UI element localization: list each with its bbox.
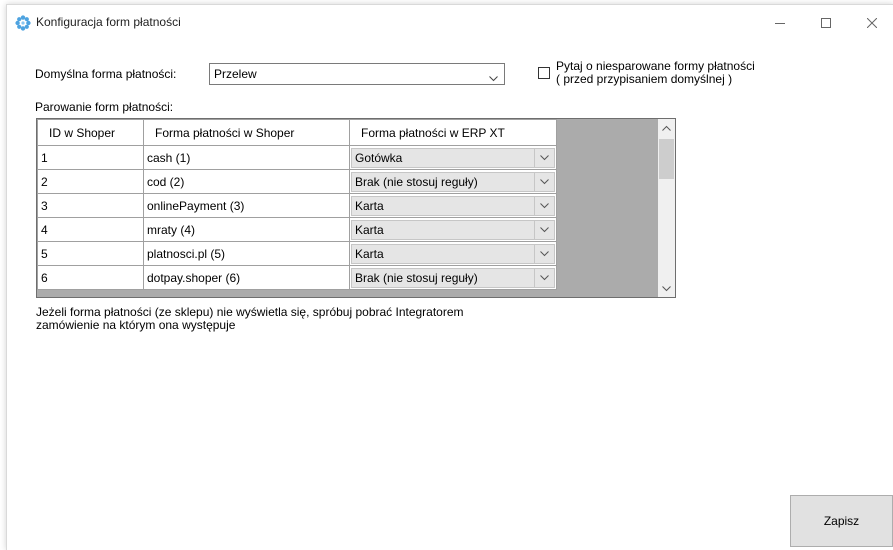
ask-unpaired-label: Pytaj o niesparowane formy płatności ( p… bbox=[556, 60, 755, 86]
vertical-scrollbar[interactable] bbox=[658, 119, 675, 297]
minimize-button[interactable] bbox=[757, 9, 803, 37]
title-bar: Konfiguracja form płatności bbox=[7, 5, 893, 39]
window-title: Konfiguracja form płatności bbox=[36, 15, 181, 29]
column-header-shoper[interactable]: Forma płatności w Shoper bbox=[143, 119, 350, 146]
column-header-erp[interactable]: Forma płatności w ERP XT bbox=[349, 119, 557, 146]
ask-unpaired-line2: ( przed przypisaniem domyślnej ) bbox=[556, 72, 733, 86]
chevron-down-icon bbox=[534, 244, 554, 263]
cell-erp: Brak (nie stosuj reguły) bbox=[349, 265, 557, 290]
column-header-id[interactable]: ID w Shoper bbox=[37, 119, 144, 146]
cell-id[interactable]: 4 bbox=[37, 217, 144, 242]
default-payment-label: Domyślna forma płatności: bbox=[35, 67, 177, 81]
minimize-icon bbox=[775, 23, 785, 24]
table-row: 5 platnosci.pl (5) Karta bbox=[37, 241, 557, 266]
pairing-grid: ID w Shoper Forma płatności w Shoper For… bbox=[36, 118, 676, 298]
default-payment-select[interactable]: Przelew bbox=[209, 63, 505, 85]
erp-payment-select[interactable]: Gotówka bbox=[351, 147, 555, 168]
maximize-icon bbox=[821, 18, 831, 28]
cell-shoper[interactable]: onlinePayment (3) bbox=[143, 193, 350, 218]
gear-flower-icon bbox=[15, 15, 31, 31]
chevron-down-icon bbox=[489, 71, 498, 85]
table-row: 6 dotpay.shoper (6) Brak (nie stosuj reg… bbox=[37, 265, 557, 290]
cell-erp: Karta bbox=[349, 241, 557, 266]
info-line2: zamówienie na którym ona występuje bbox=[36, 318, 236, 332]
cell-shoper[interactable]: dotpay.shoper (6) bbox=[143, 265, 350, 290]
cell-id[interactable]: 1 bbox=[37, 145, 144, 170]
cell-shoper[interactable]: platnosci.pl (5) bbox=[143, 241, 350, 266]
cell-id[interactable]: 5 bbox=[37, 241, 144, 266]
erp-payment-select[interactable]: Brak (nie stosuj reguły) bbox=[351, 267, 555, 288]
pairing-label: Parowanie form płatności: bbox=[35, 100, 174, 114]
configuration-window: Konfiguracja form płatności Domyślna for… bbox=[6, 4, 893, 550]
chevron-down-icon bbox=[534, 268, 554, 287]
erp-payment-select[interactable]: Karta bbox=[351, 243, 555, 264]
cell-erp: Gotówka bbox=[349, 145, 557, 170]
cell-id[interactable]: 6 bbox=[37, 265, 144, 290]
default-payment-value: Przelew bbox=[214, 67, 257, 81]
scroll-up-button[interactable] bbox=[658, 119, 675, 136]
close-button[interactable] bbox=[849, 9, 893, 37]
header-row: ID w Shoper Forma płatności w Shoper For… bbox=[37, 119, 557, 146]
erp-payment-select[interactable]: Karta bbox=[351, 195, 555, 216]
cell-shoper[interactable]: mraty (4) bbox=[143, 217, 350, 242]
ask-unpaired-checkbox[interactable] bbox=[538, 67, 550, 79]
table-row: 4 mraty (4) Karta bbox=[37, 217, 557, 242]
chevron-up-icon bbox=[662, 125, 671, 131]
cell-shoper[interactable]: cod (2) bbox=[143, 169, 350, 194]
chevron-down-icon bbox=[534, 148, 554, 167]
erp-payment-select[interactable]: Karta bbox=[351, 219, 555, 240]
cell-erp: Brak (nie stosuj reguły) bbox=[349, 169, 557, 194]
pairing-table: ID w Shoper Forma płatności w Shoper For… bbox=[37, 119, 557, 290]
cell-shoper[interactable]: cash (1) bbox=[143, 145, 350, 170]
cell-erp: Karta bbox=[349, 217, 557, 242]
table-row: 1 cash (1) Gotówka bbox=[37, 145, 557, 170]
maximize-button[interactable] bbox=[803, 9, 849, 37]
chevron-down-icon bbox=[534, 172, 554, 191]
chevron-down-icon bbox=[534, 220, 554, 239]
scrollbar-thumb[interactable] bbox=[659, 139, 674, 179]
table-row: 3 onlinePayment (3) Karta bbox=[37, 193, 557, 218]
save-button[interactable]: Zapisz bbox=[790, 495, 893, 547]
cell-id[interactable]: 3 bbox=[37, 193, 144, 218]
chevron-down-icon bbox=[534, 196, 554, 215]
info-text: Jeżeli forma płatności (ze sklepu) nie w… bbox=[36, 306, 464, 332]
cell-erp: Karta bbox=[349, 193, 557, 218]
chevron-down-icon bbox=[662, 285, 671, 291]
scroll-down-button[interactable] bbox=[658, 280, 675, 297]
cell-id[interactable]: 2 bbox=[37, 169, 144, 194]
table-row: 2 cod (2) Brak (nie stosuj reguły) bbox=[37, 169, 557, 194]
close-icon bbox=[867, 18, 877, 28]
erp-payment-select[interactable]: Brak (nie stosuj reguły) bbox=[351, 171, 555, 192]
